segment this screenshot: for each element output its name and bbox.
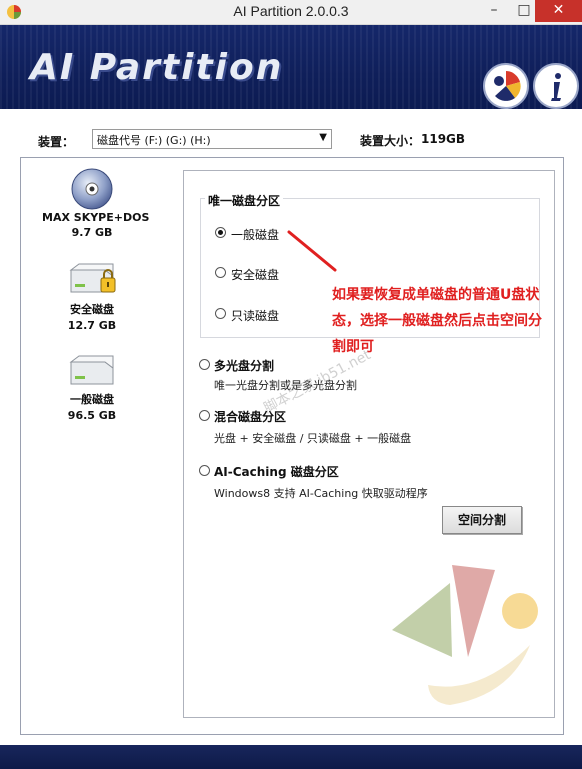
radio-secure-disk-label[interactable]: 安全磁盘 [231,266,279,283]
space-split-button[interactable]: 空间分割 [442,506,522,534]
disk-item[interactable]: MAX SKYPE+DOS 9.7 GB [42,167,150,239]
disk-name: 一般磁盘 [70,393,114,406]
device-label: 装置： [38,135,75,149]
device-select-value: 磁盘代号 (F:) (G:) (H:) [97,134,211,147]
cd-disc-icon [71,168,113,210]
device-size-value: 119GB [421,132,466,146]
drive-icon [69,355,114,385]
close-button[interactable]: ✕ [535,0,582,22]
footer-bar [0,745,582,769]
single-partition-title: 唯一磁盘分区 [205,192,284,209]
disk-item[interactable]: 安全磁盘 12.7 GB [42,262,142,332]
radio-normal-disk-label[interactable]: 一般磁盘 [231,226,279,243]
info-icon [551,73,561,101]
disk-size: 12.7 GB [67,319,117,332]
asus-logo-button[interactable] [483,63,529,109]
radio-ai-caching[interactable] [199,465,210,476]
radio-multi-cd[interactable] [199,359,210,370]
banner: AI Partition [0,25,582,109]
decorative-pie-icon [392,565,538,705]
disk-name: MAX SKYPE+DOS [42,211,150,224]
hybrid-description: 光盘 + 安全磁盘 / 只读磁盘 + 一般磁盘 [214,432,412,445]
radio-readonly-disk[interactable] [215,308,226,319]
radio-secure-disk[interactable] [215,267,226,278]
disk-size: 96.5 GB [67,409,117,422]
minimize-button[interactable]: – [480,0,508,22]
disk-name: 安全磁盘 [70,303,114,316]
radio-normal-disk[interactable] [215,227,226,238]
radio-readonly-disk-label[interactable]: 只读磁盘 [231,307,279,324]
maximize-button[interactable]: □ [510,0,538,22]
device-select[interactable]: 磁盘代号 (F:) (G:) (H:) ▼ [92,129,332,149]
title-bar: AI Partition 2.0.0.3 – □ ✕ [0,0,582,25]
device-size-label: 装置大小： [360,134,421,148]
disk-size: 9.7 GB [71,226,113,239]
pie-logo-icon [494,71,521,101]
info-button[interactable] [533,63,579,109]
disk-item[interactable]: 一般磁盘 96.5 GB [42,354,142,422]
annotation-arrow-icon [287,230,337,272]
lock-drive-icon [69,263,116,293]
banner-logo-text: AI Partition [30,47,284,88]
radio-multi-cd-label[interactable]: 多光盘分割 [214,357,274,374]
chevron-down-icon: ▼ [319,132,327,143]
radio-ai-caching-label[interactable]: AI-Caching 磁盘分区 [214,463,339,480]
radio-hybrid[interactable] [199,410,210,421]
ai-caching-description: Windows8 支持 AI-Caching 快取驱动程序 [214,487,428,500]
